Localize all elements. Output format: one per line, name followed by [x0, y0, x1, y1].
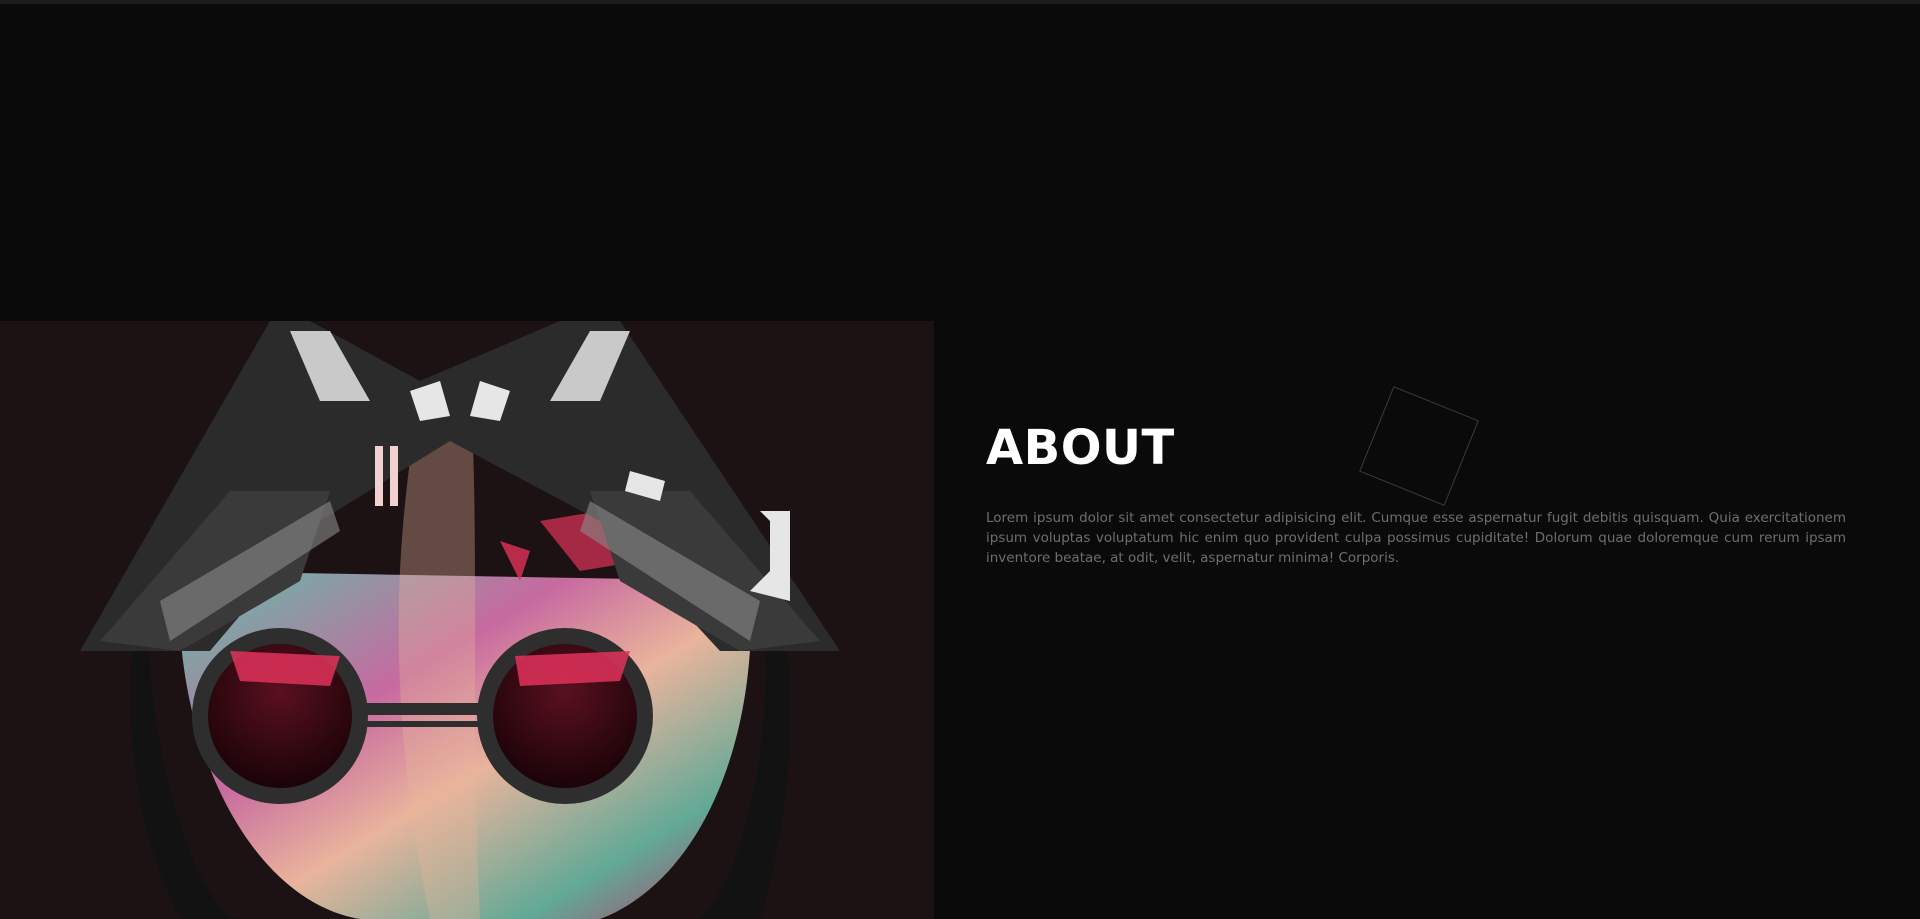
- about-description: Lorem ipsum dolor sit amet consectetur a…: [986, 510, 1846, 566]
- top-border: [0, 0, 1920, 4]
- about-heading: ABOUT: [986, 420, 1175, 476]
- page: ABOUT Lorem ipsum dolor sit amet consect…: [0, 0, 1920, 919]
- about-section: ABOUT Lorem ipsum dolor sit amet consect…: [986, 418, 1846, 568]
- masked-figure-illustration: [80, 321, 840, 919]
- hero-artwork: [0, 321, 934, 919]
